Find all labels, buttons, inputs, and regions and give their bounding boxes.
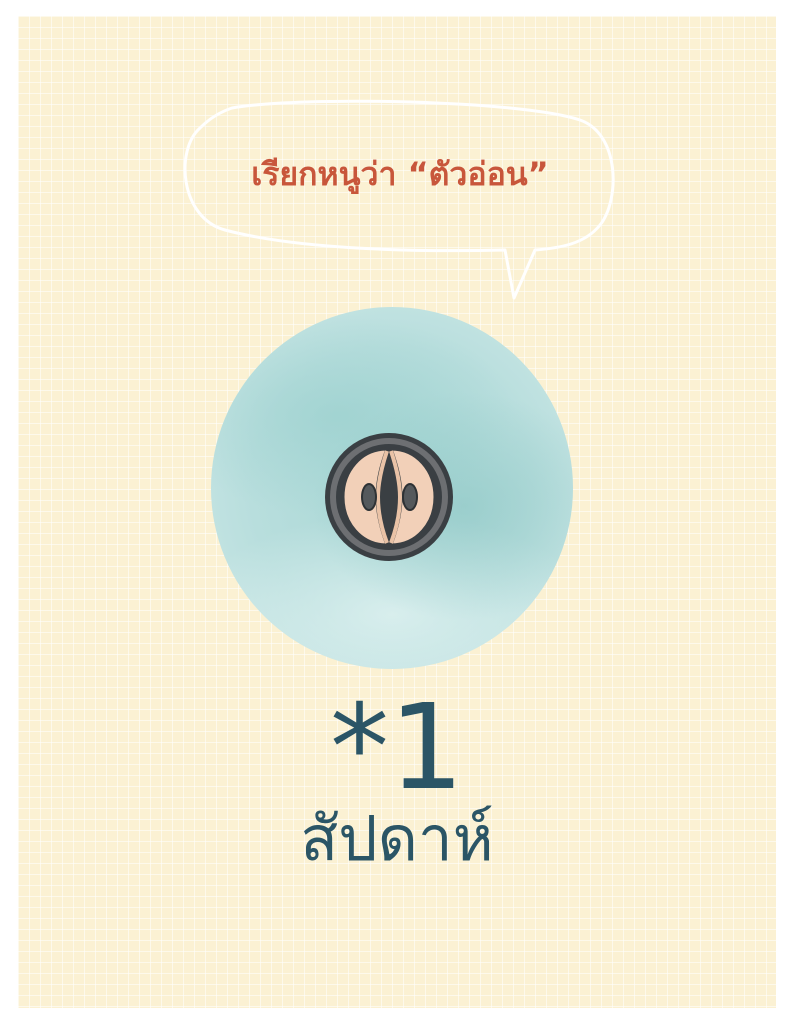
two-cell-embryo-icon	[325, 433, 453, 561]
week-unit-label: สัปดาห์	[300, 802, 494, 875]
speech-bubble-text: เรียกหนูว่า “ตัวอ่อน”	[251, 155, 549, 193]
week-number: *1	[329, 678, 465, 816]
